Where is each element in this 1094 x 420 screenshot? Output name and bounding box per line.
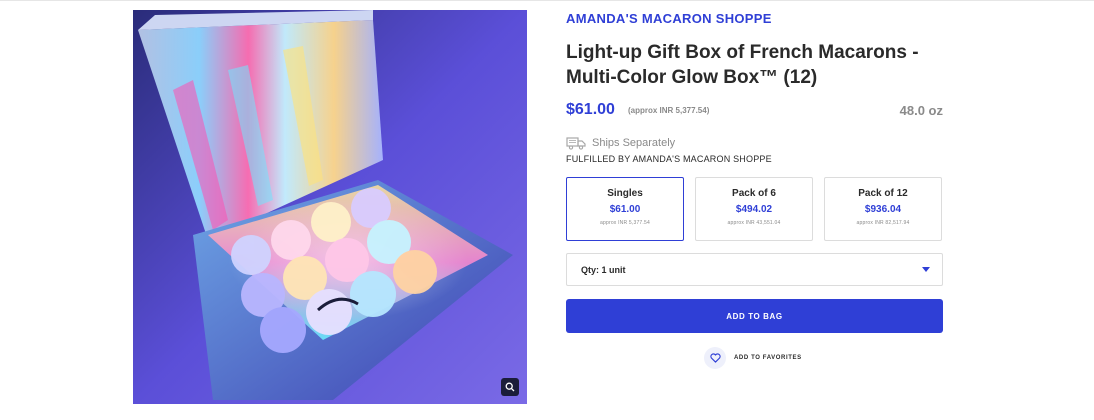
magnifier-icon (505, 382, 515, 392)
quantity-select[interactable]: Qty: 1 unit (566, 253, 943, 286)
heart-icon-circle (704, 347, 726, 369)
pack-name: Pack of 6 (732, 188, 776, 199)
add-to-bag-label: ADD TO BAG (726, 311, 783, 321)
shipping-info: Ships Separately (566, 136, 675, 150)
add-to-favorites-label: ADD TO FAVORITES (734, 355, 802, 361)
page-top-border (0, 0, 1094, 1)
macaron-box-illustration (133, 10, 527, 404)
pack-option-12[interactable]: Pack of 12 $936.04 approx INR 82,517.94 (824, 177, 942, 241)
pack-approx-price: approx INR 82,517.94 (856, 220, 910, 226)
pack-approx-price: approx INR 5,377.54 (600, 220, 650, 226)
pack-price: $61.00 (609, 204, 641, 215)
zoom-button[interactable] (501, 378, 519, 396)
fulfilled-by: FULFILLED BY AMANDA'S MACARON SHOPPE (566, 154, 772, 164)
add-to-favorites-button[interactable]: ADD TO FAVORITES (704, 347, 802, 369)
pack-price: $494.02 (735, 204, 773, 215)
product-price: $61.00 (566, 101, 615, 118)
pack-option-singles[interactable]: Singles $61.00 approx INR 5,377.54 (566, 177, 684, 241)
approx-price: (approx INR 5,377.54) (628, 106, 710, 115)
truck-icon (566, 137, 586, 150)
pack-name: Singles (607, 188, 643, 199)
quantity-label: Qty: 1 unit (581, 264, 626, 275)
heart-icon (709, 353, 721, 363)
ships-separately-label: Ships Separately (592, 137, 676, 149)
brand-link[interactable]: AMANDA'S MACARON SHOPPE (566, 11, 772, 26)
chevron-down-icon (922, 267, 930, 272)
pack-name: Pack of 12 (858, 188, 908, 199)
add-to-bag-button[interactable]: ADD TO BAG (566, 299, 943, 333)
pack-approx-price: approx INR 43,551.04 (727, 220, 781, 226)
product-image[interactable] (133, 10, 527, 404)
product-title: Light-up Gift Box of French Macarons - M… (566, 42, 919, 88)
pack-price: $936.04 (864, 204, 902, 215)
pack-option-6[interactable]: Pack of 6 $494.02 approx INR 43,551.04 (695, 177, 813, 241)
product-weight: 48.0 oz (899, 103, 943, 118)
pack-options: Singles $61.00 approx INR 5,377.54 Pack … (566, 177, 943, 241)
